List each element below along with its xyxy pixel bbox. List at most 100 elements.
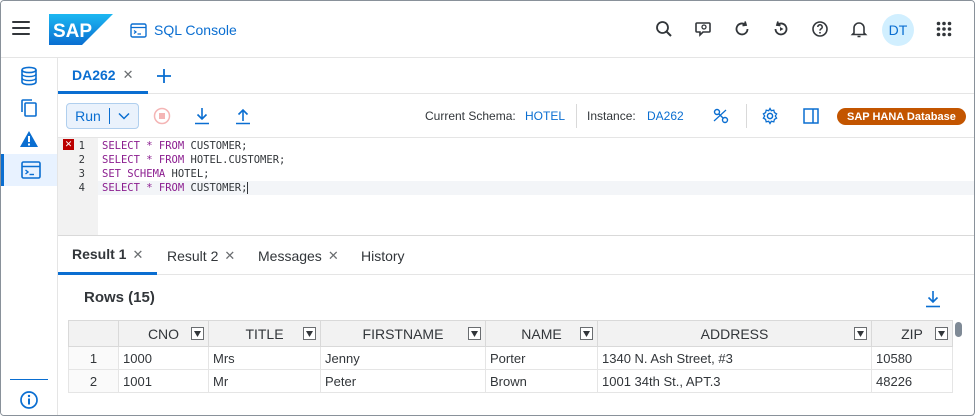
column-header-firstname[interactable]: FIRSTNAME (320, 320, 486, 347)
code-line-current[interactable]: SELECT * FROM CUSTOMER; (98, 181, 974, 195)
tab-messages[interactable]: Messages ✕ (244, 236, 353, 275)
plus-icon[interactable] (152, 64, 176, 88)
code-line[interactable]: SELECT * FROM HOTEL.CUSTOMER; (98, 153, 974, 167)
column-header-name[interactable]: NAME (485, 320, 598, 347)
table-cell[interactable]: 1001 34th St., APT.3 (597, 369, 872, 393)
side-navigation (1, 58, 58, 415)
line-number: 4 (78, 182, 85, 194)
shell-bar: SAP SQL Console DT (1, 1, 974, 58)
filter-icon[interactable] (468, 327, 481, 340)
close-icon[interactable]: ✕ (132, 248, 143, 261)
sidebar-divider (10, 379, 48, 380)
upload-icon[interactable] (231, 105, 255, 127)
column-header-zip[interactable]: ZIP (871, 320, 953, 347)
app-title-link[interactable]: SQL Console (130, 21, 237, 39)
table-cell[interactable]: 1340 N. Ash Street, #3 (597, 346, 872, 370)
notification-icon[interactable] (843, 13, 875, 45)
column-header-address[interactable]: ADDRESS (597, 320, 872, 347)
schema-label: Current Schema: (425, 109, 516, 123)
line-number: 3 (78, 168, 85, 180)
run-button[interactable]: Run (66, 103, 139, 129)
sql-keyword: SELECT * FROM (102, 140, 185, 152)
table-cell[interactable]: Jenny (320, 346, 486, 370)
database-explorer-icon[interactable] (1, 60, 57, 92)
sap-logo[interactable]: SAP (49, 14, 113, 45)
menu-icon[interactable] (12, 21, 30, 35)
vertical-scrollbar[interactable] (954, 320, 963, 400)
sql-editor[interactable]: ✕ 1 2 3 4 SELECT * FROM CUSTOMER; SELECT… (58, 138, 974, 236)
copy-icon[interactable] (1, 92, 57, 124)
table-cell[interactable]: 1001 (118, 369, 209, 393)
tab-result-2[interactable]: Result 2 ✕ (153, 236, 249, 275)
table-cell[interactable]: 10580 (871, 346, 953, 370)
table-cell[interactable]: Peter (320, 369, 486, 393)
stop-icon[interactable] (150, 105, 174, 127)
column-header-cno[interactable]: CNO (118, 320, 209, 347)
table-cell[interactable]: Brown (485, 369, 598, 393)
editor-toolbar: Run Current Schema: HOTEL Instance: DA26… (58, 94, 974, 138)
filter-icon[interactable] (191, 327, 204, 340)
filter-icon[interactable] (935, 327, 948, 340)
side-panel-icon[interactable] (799, 105, 823, 127)
table-cell[interactable]: 48226 (871, 369, 953, 393)
column-header-label: CNO (147, 325, 180, 342)
feedback-icon[interactable] (687, 13, 719, 45)
warning-icon[interactable] (1, 123, 57, 155)
toolbar-divider (746, 104, 747, 128)
table-row[interactable]: 2 1001 Mr Peter Brown 1001 34th St., APT… (68, 369, 953, 393)
column-header-label: ZIP (901, 325, 923, 342)
filter-icon[interactable] (303, 327, 316, 340)
download-icon[interactable] (921, 288, 945, 310)
editor-tab-bar: DA262 ✕ (58, 58, 974, 94)
filter-icon[interactable] (854, 327, 867, 340)
result-tab-bar: Result 1 ✕ Result 2 ✕ Messages ✕ History (58, 236, 974, 275)
help-icon[interactable] (804, 13, 836, 45)
toolbar-divider (576, 104, 577, 128)
close-icon[interactable]: ✕ (328, 249, 339, 262)
connection-icon[interactable] (709, 105, 733, 127)
table-cell[interactable]: Mrs (208, 346, 321, 370)
chevron-down-icon[interactable] (110, 112, 138, 120)
info-icon[interactable] (19, 390, 39, 410)
code-area[interactable]: SELECT * FROM CUSTOMER; SELECT * FROM HO… (98, 138, 974, 235)
column-header-title[interactable]: TITLE (208, 320, 321, 347)
table-cell[interactable]: Mr (208, 369, 321, 393)
close-icon[interactable]: ✕ (224, 249, 235, 262)
code-line[interactable]: SET SCHEMA HOTEL; (98, 167, 974, 181)
column-header-label: ADDRESS (700, 325, 769, 342)
line-number: 1 (78, 140, 85, 152)
scrollbar-thumb[interactable] (955, 322, 962, 337)
download-icon[interactable] (190, 105, 214, 127)
table-row[interactable]: 1 1000 Mrs Jenny Porter 1340 N. Ash Stre… (68, 346, 953, 370)
code-line[interactable]: SELECT * FROM CUSTOMER; (98, 139, 974, 153)
sql-keyword: SELECT * FROM (102, 182, 185, 194)
schema-value[interactable]: HOTEL (525, 109, 565, 123)
sql-console-nav-item[interactable] (1, 154, 57, 186)
refresh-icon[interactable] (726, 13, 758, 45)
close-icon[interactable]: ✕ (123, 68, 134, 81)
tab-history[interactable]: History (347, 236, 419, 275)
app-window: SAP SQL Console DT DA262 ✕ Run Current S… (0, 0, 975, 416)
row-number-header (68, 320, 119, 347)
table-cell[interactable]: Porter (485, 346, 598, 370)
history-icon[interactable] (765, 13, 797, 45)
tab-label: Result 1 (72, 246, 127, 262)
tab-da262[interactable]: DA262 ✕ (58, 58, 148, 94)
tab-result-1[interactable]: Result 1 ✕ (58, 236, 158, 275)
apps-icon[interactable] (928, 13, 960, 45)
column-header-label: NAME (521, 325, 562, 342)
table-cell[interactable]: 1000 (118, 346, 209, 370)
shell-actions: DT (644, 13, 974, 46)
instance-value[interactable]: DA262 (647, 109, 684, 123)
sql-text: HOTEL; (165, 168, 210, 180)
search-icon[interactable] (648, 13, 680, 45)
filter-icon[interactable] (580, 327, 593, 340)
rows-count-title: Rows (15) (84, 289, 155, 306)
tab-label: Result 2 (167, 247, 219, 264)
instance-label: Instance: (587, 109, 636, 123)
tab-label: Messages (258, 247, 322, 264)
avatar[interactable]: DT (882, 14, 914, 46)
tab-label: DA262 (72, 66, 116, 83)
sql-text: HOTEL.CUSTOMER; (184, 154, 286, 166)
settings-icon[interactable] (758, 105, 782, 127)
